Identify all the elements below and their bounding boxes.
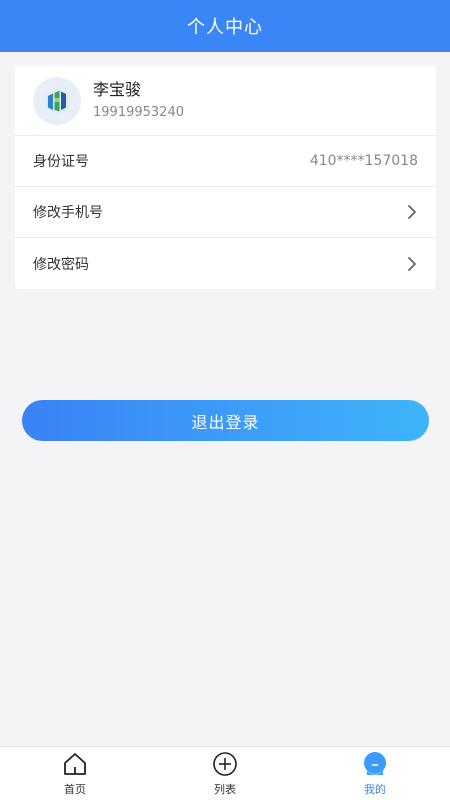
home-icon [61,750,89,778]
user-name: 李宝骏 [93,79,142,99]
id-number-row: 身份证号 410****157018 [15,136,436,187]
chevron-right-icon [408,205,416,219]
chevron-right-icon [408,256,416,271]
tab-home[interactable]: 首页 [0,747,150,800]
change-password-row[interactable]: 修改密码 [15,238,436,289]
id-number-label: 身份证号 [33,154,89,170]
header-bar: 个人中心 [0,0,450,52]
change-phone-row[interactable]: 修改手机号 [15,187,436,238]
tab-list[interactable]: 列表 [150,747,300,800]
logo-icon [46,88,68,114]
tab-mine[interactable]: 我的 [300,747,450,800]
profile-card: 李宝骏 19919953240 身份证号 410****157018 修改手机号… [15,66,436,289]
user-phone: 19919953240 [93,104,184,120]
tab-mine-label: 我的 [364,783,386,796]
plus-circle-icon [211,750,239,778]
page-title: 个人中心 [187,17,263,38]
tab-list-label: 列表 [214,783,236,796]
user-icon [361,750,389,778]
profile-row[interactable]: 李宝骏 19919953240 [15,66,436,136]
logout-button[interactable]: 退出登录 [22,400,429,441]
tab-bar: 首页 列表 我的 [0,746,450,800]
change-password-label: 修改密码 [33,256,89,273]
change-phone-label: 修改手机号 [33,205,103,221]
avatar [33,76,81,125]
id-number-value: 410****157018 [309,153,418,169]
tab-home-label: 首页 [64,783,86,796]
